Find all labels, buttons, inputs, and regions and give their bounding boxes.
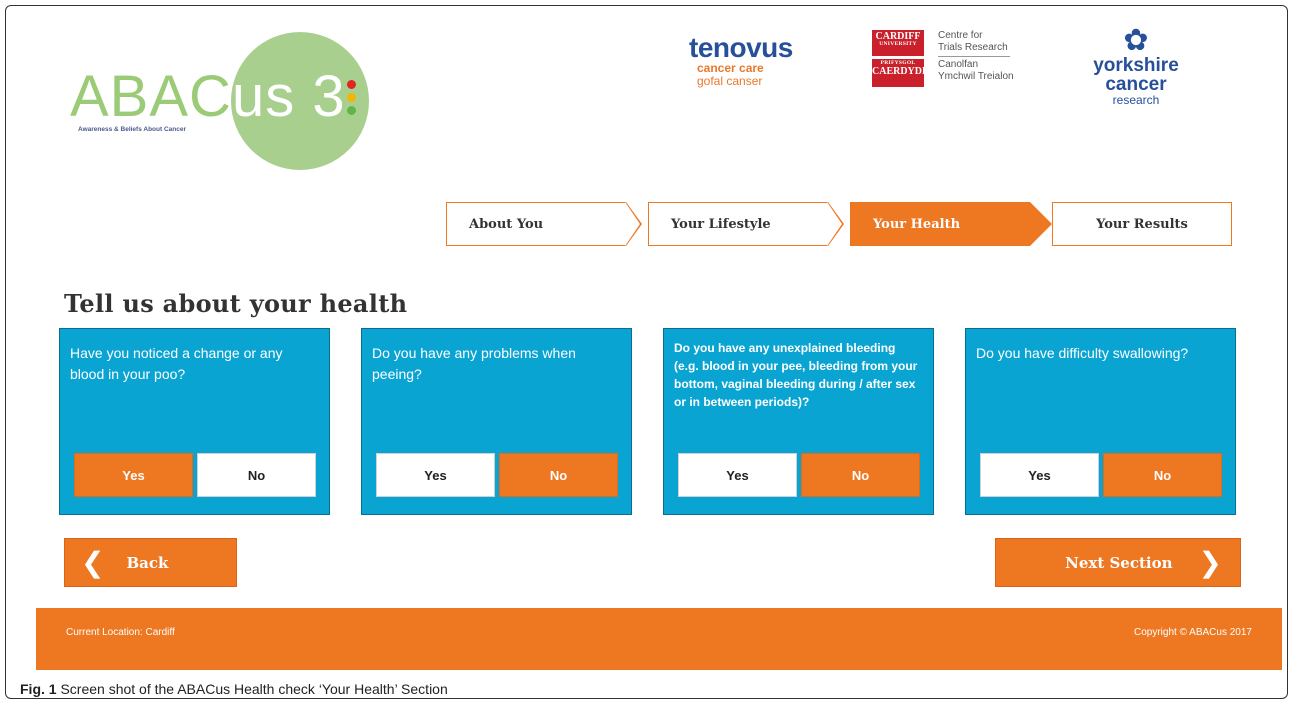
step-about-you[interactable]: About You — [446, 202, 626, 246]
step-your-lifestyle[interactable]: Your Lifestyle — [648, 202, 828, 246]
current-location: Current Location: Cardiff — [66, 627, 175, 638]
tenovus-logo: tenovus cancer care gofal canser — [689, 34, 829, 87]
step-label: Your Results — [1096, 216, 1188, 232]
no-button[interactable]: No — [801, 453, 920, 497]
crest-top-small: UNIVERSITY — [879, 41, 917, 47]
footer: Current Location: Cardiff Copyright © AB… — [36, 608, 1282, 670]
logo-text-green: ABAC — [70, 64, 232, 129]
progress-steps: About You Your Lifestyle Your Health You… — [446, 202, 1232, 246]
step-label: About You — [469, 216, 544, 232]
cardiff-cy-line2: Ymchwil Treialon — [938, 71, 1014, 82]
traffic-light-icon — [347, 80, 357, 119]
yes-button[interactable]: Yes — [376, 453, 495, 497]
tenovus-name: tenovus — [689, 32, 793, 63]
question-text: Do you have any problems when peeing? — [372, 345, 576, 382]
question-card: Do you have difficulty swallowing? Yes N… — [965, 328, 1236, 515]
green-dot — [347, 106, 356, 115]
step-label: Your Health — [873, 216, 961, 232]
cardiff-divider — [938, 56, 1010, 57]
yorkshire-cancer-logo: ✿ yorkshire cancer research — [1061, 26, 1211, 107]
tenovus-line1: cancer care — [697, 61, 764, 75]
tenovus-line2: gofal canser — [697, 73, 763, 88]
yorkshire-line2: research — [1112, 93, 1160, 107]
next-section-button[interactable]: Next Section ❯ — [995, 538, 1241, 587]
yes-button[interactable]: Yes — [678, 453, 797, 497]
crest-bottom: CAERDYDD — [872, 65, 930, 77]
step-arrow-inner — [625, 202, 640, 246]
no-button[interactable]: No — [499, 453, 618, 497]
question-text: Do you have any unexplained bleeding (e.… — [674, 341, 918, 409]
next-label: Next Section — [1065, 553, 1173, 572]
caption-text: Screen shot of the ABACus Health check ‘… — [60, 681, 448, 697]
amber-dot — [347, 93, 356, 102]
step-your-results[interactable]: Your Results — [1052, 202, 1232, 246]
step-arrow-active — [1030, 202, 1052, 246]
figure-caption: Fig. 1 Screen shot of the ABACus Health … — [20, 681, 448, 697]
question-card: Have you noticed a change or any blood i… — [59, 328, 330, 515]
question-text: Have you noticed a change or any blood i… — [70, 345, 283, 382]
cardiff-en-line2: Trials Research — [938, 42, 1008, 53]
logo-text-white: us 3 — [231, 64, 346, 129]
back-label: Back — [126, 553, 169, 572]
step-arrow-inner — [827, 202, 842, 246]
logo-subtitle: Awareness & Beliefs About Cancer — [78, 126, 187, 133]
cardiff-text: Centre for Trials Research Canolfan Ymch… — [938, 30, 1014, 83]
step-your-health[interactable]: Your Health — [850, 202, 1030, 246]
cardiff-cy-line1: Canolfan — [938, 59, 979, 70]
chevron-left-icon: ❮ — [81, 545, 105, 579]
red-dot — [347, 80, 356, 89]
copyright: Copyright © ABACus 2017 — [1134, 627, 1252, 638]
figure-number: Fig. 1 — [20, 681, 57, 697]
chevron-right-icon: ❯ — [1198, 545, 1222, 579]
abacus-logo[interactable]: ABACus 3 — [70, 68, 346, 126]
no-button[interactable]: No — [197, 453, 316, 497]
question-text: Do you have difficulty swallowing? — [976, 345, 1189, 361]
page-title: Tell us about your health — [64, 289, 408, 318]
question-card: Do you have any problems when peeing? Ye… — [361, 328, 632, 515]
step-label: Your Lifestyle — [671, 216, 771, 232]
no-button[interactable]: No — [1103, 453, 1222, 497]
cardiff-en-line1: Centre for — [938, 30, 983, 41]
yorkshire-line1: yorkshire cancer — [1093, 55, 1179, 95]
rose-icon: ✿ — [1123, 24, 1149, 57]
question-card: Do you have any unexplained bleeding (e.… — [663, 328, 934, 515]
app-frame: ABACus 3 Awareness & Beliefs About Cance… — [5, 5, 1288, 699]
yes-button[interactable]: Yes — [74, 453, 193, 497]
yes-button[interactable]: Yes — [980, 453, 1099, 497]
cardiff-crest: CARDIFF UNIVERSITY PRIFYSGOL CAERDYDD — [872, 30, 929, 90]
back-button[interactable]: ❮ Back — [64, 538, 237, 587]
